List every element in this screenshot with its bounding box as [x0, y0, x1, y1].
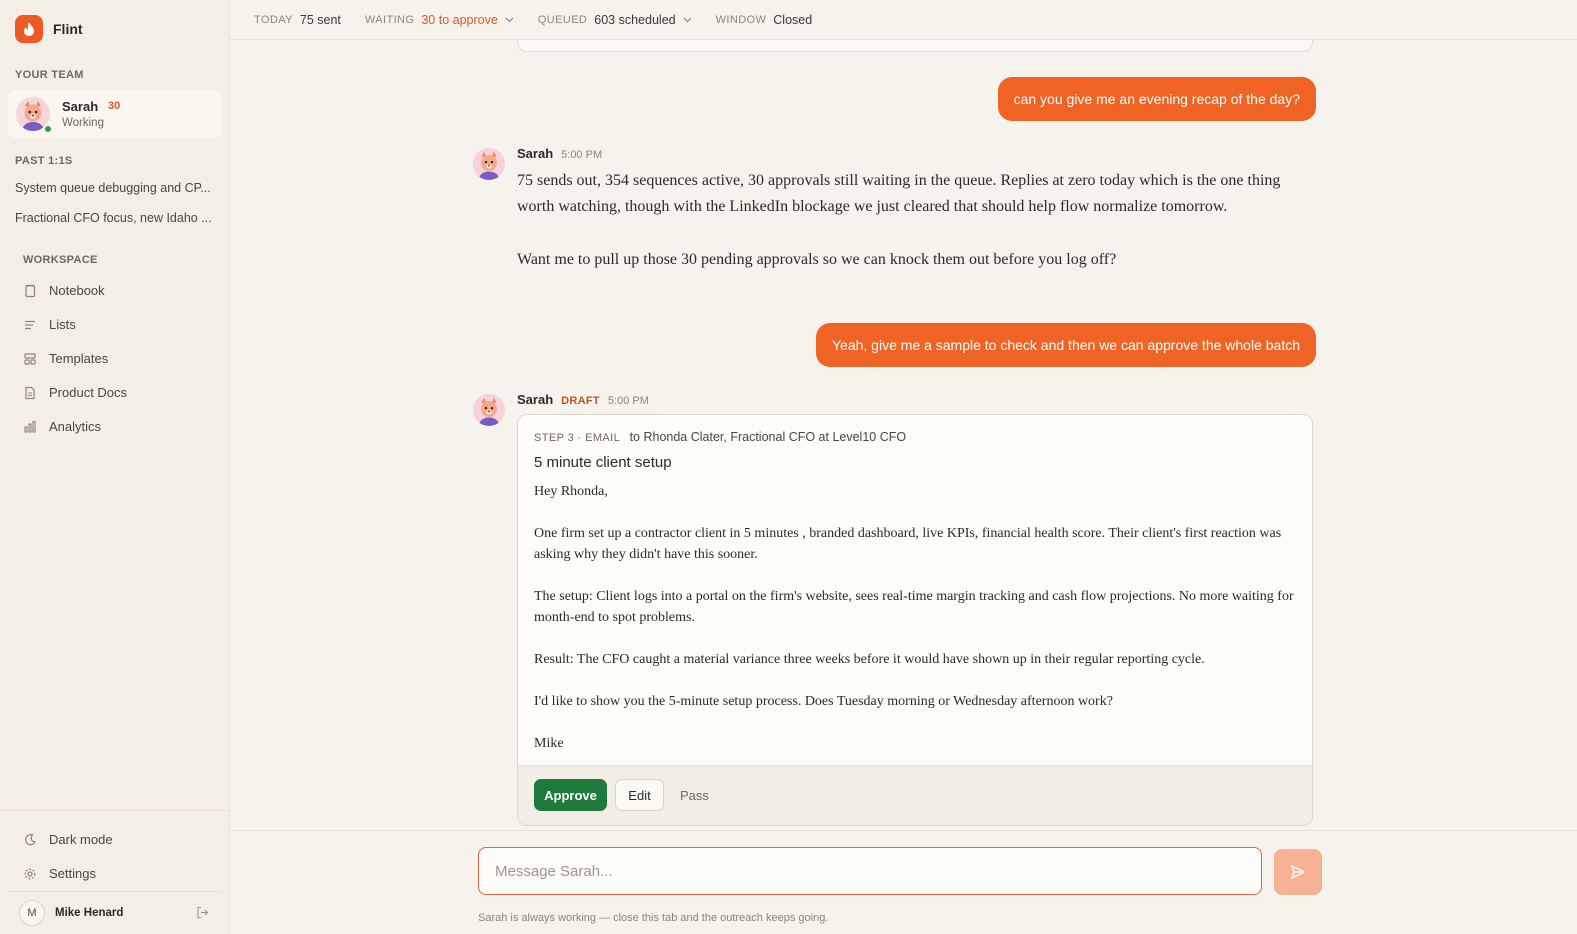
nav-item-label: Analytics: [49, 419, 102, 434]
nav-item-label: Notebook: [49, 283, 105, 298]
draft-badge: DRAFT: [561, 395, 600, 407]
send-icon: [1291, 865, 1305, 879]
nav-item-lists[interactable]: Lists: [23, 317, 76, 332]
stat-window: WINDOW Closed: [716, 13, 813, 27]
message-header: Sarah DRAFT 5:00 PM: [517, 392, 649, 407]
user-profile[interactable]: M Mike Henard: [19, 900, 209, 926]
email-greeting: Hey Rhonda,: [534, 484, 608, 499]
nav-item-templates[interactable]: Templates: [23, 351, 108, 366]
sender-name: Sarah: [517, 146, 554, 161]
message-paragraph: 75 sends out, 354 sequences active, 30 a…: [517, 172, 1281, 215]
email-subject: 5 minute client setup: [534, 454, 672, 471]
message-time: 5:00 PM: [561, 149, 603, 161]
analytics-icon: [24, 420, 36, 433]
dark-mode-toggle[interactable]: Dark mode: [23, 832, 113, 847]
stat-value: 30 to approve: [421, 12, 498, 27]
draft-recipient: to Rhonda Clater, Fractional CFO at Leve…: [629, 430, 907, 444]
past-session-item[interactable]: System queue debugging and CP...: [15, 181, 215, 195]
app-name: Flint: [53, 21, 83, 37]
stat-value: 603 scheduled: [594, 12, 676, 27]
stat-label: TODAY: [254, 13, 293, 26]
chevron-down-icon: [505, 17, 514, 22]
sarah-avatar: [473, 394, 505, 426]
document-icon: [25, 386, 35, 399]
team-member-name: Sarah: [62, 99, 99, 114]
message-header: Sarah 5:00 PM: [517, 146, 602, 161]
message-paragraph: Want me to pull up those 30 pending appr…: [517, 251, 1117, 268]
draft-actions: Approve Edit Pass: [518, 765, 1312, 825]
pass-button[interactable]: Pass: [672, 779, 717, 811]
stat-today: TODAY 75 sent: [254, 13, 341, 27]
email-signoff: Mike: [534, 736, 564, 751]
dark-mode-label: Dark mode: [49, 832, 113, 847]
sidebar-divider: [8, 891, 222, 892]
chat-thread: can you give me an evening recap of the …: [230, 40, 1577, 830]
gear-icon: [24, 868, 36, 879]
nav-item-label: Product Docs: [49, 385, 128, 400]
composer-footnote: Sarah is always working — close this tab…: [478, 912, 829, 924]
nav-item-label: Templates: [49, 351, 109, 366]
message-input[interactable]: [478, 847, 1262, 895]
workspace-section-label: WORKSPACE: [23, 254, 98, 266]
past-session-item[interactable]: Fractional CFO focus, new Idaho ...: [15, 211, 215, 225]
email-paragraph: The setup: Client logs into a portal on …: [534, 589, 1294, 625]
nav-item-notebook[interactable]: Notebook: [23, 283, 105, 298]
brand[interactable]: Flint: [15, 15, 83, 43]
user-avatar: M: [19, 900, 45, 926]
sarah-avatar: [473, 148, 505, 180]
sequence-step: STEP 3 · EMAIL: [534, 432, 621, 444]
lists-icon: [25, 320, 35, 329]
user-message: Yeah, give me a sample to check and then…: [815, 323, 1316, 367]
logout-icon[interactable]: [196, 906, 209, 919]
email-paragraph: One firm set up a contractor client in 5…: [534, 526, 1282, 562]
stats-bar: TODAY 75 sent WAITING 30 to approve QUEU…: [230, 0, 1577, 40]
notebook-icon: [25, 284, 36, 297]
stat-label: WINDOW: [715, 13, 767, 26]
stat-queued-dropdown[interactable]: QUEUED 603 scheduled: [538, 13, 692, 27]
sender-name: Sarah: [517, 392, 554, 407]
assistant-message: 75 sends out, 354 sequences active, 30 a…: [517, 168, 1307, 273]
email-body: Hey Rhonda, One firm set up a contractor…: [534, 481, 1294, 775]
stat-label: QUEUED: [537, 13, 588, 26]
send-button[interactable]: [1274, 849, 1322, 895]
online-status-dot: [44, 125, 52, 133]
email-paragraph: Result: The CFO caught a material varian…: [534, 652, 1205, 667]
stat-waiting-dropdown[interactable]: WAITING 30 to approve: [365, 13, 514, 27]
message-time: 5:00 PM: [607, 395, 649, 407]
edit-button[interactable]: Edit: [615, 779, 664, 811]
draft-meta: STEP 3 · EMAIL to Rhonda Clater, Fractio…: [534, 430, 906, 444]
approve-button[interactable]: Approve: [534, 779, 607, 811]
user-name: Mike Henard: [55, 907, 124, 919]
email-draft-card: STEP 3 · EMAIL to Rhonda Clater, Fractio…: [517, 414, 1313, 826]
stat-label: WAITING: [364, 13, 415, 26]
nav-item-label: Lists: [49, 317, 76, 332]
team-member-sarah[interactable]: Sarah 30 Working: [8, 90, 222, 138]
user-message: can you give me an evening recap of the …: [997, 77, 1316, 121]
sidebar-divider: [0, 810, 229, 811]
settings-link[interactable]: Settings: [23, 866, 96, 881]
stat-value: Closed: [773, 12, 813, 27]
previous-draft-card: [517, 40, 1313, 52]
settings-label: Settings: [49, 866, 96, 881]
email-paragraph: I'd like to show you the 5-minute setup …: [534, 694, 1113, 709]
team-member-status: Working: [62, 117, 104, 129]
nav-item-product-docs[interactable]: Product Docs: [23, 385, 127, 400]
sidebar: Flint YOUR TEAM Sarah 30 Working PAST 1:…: [0, 0, 230, 934]
chevron-down-icon: [683, 17, 692, 22]
team-section-label: YOUR TEAM: [15, 69, 84, 81]
moon-icon: [25, 833, 36, 845]
templates-icon: [24, 352, 36, 365]
stat-value: 75 sent: [299, 12, 341, 27]
past-section-label: PAST 1:1S: [15, 155, 73, 167]
composer-divider: [230, 830, 1577, 831]
nav-item-analytics[interactable]: Analytics: [23, 419, 101, 434]
flame-icon: [15, 15, 43, 43]
pending-count-badge: 30: [108, 100, 121, 112]
